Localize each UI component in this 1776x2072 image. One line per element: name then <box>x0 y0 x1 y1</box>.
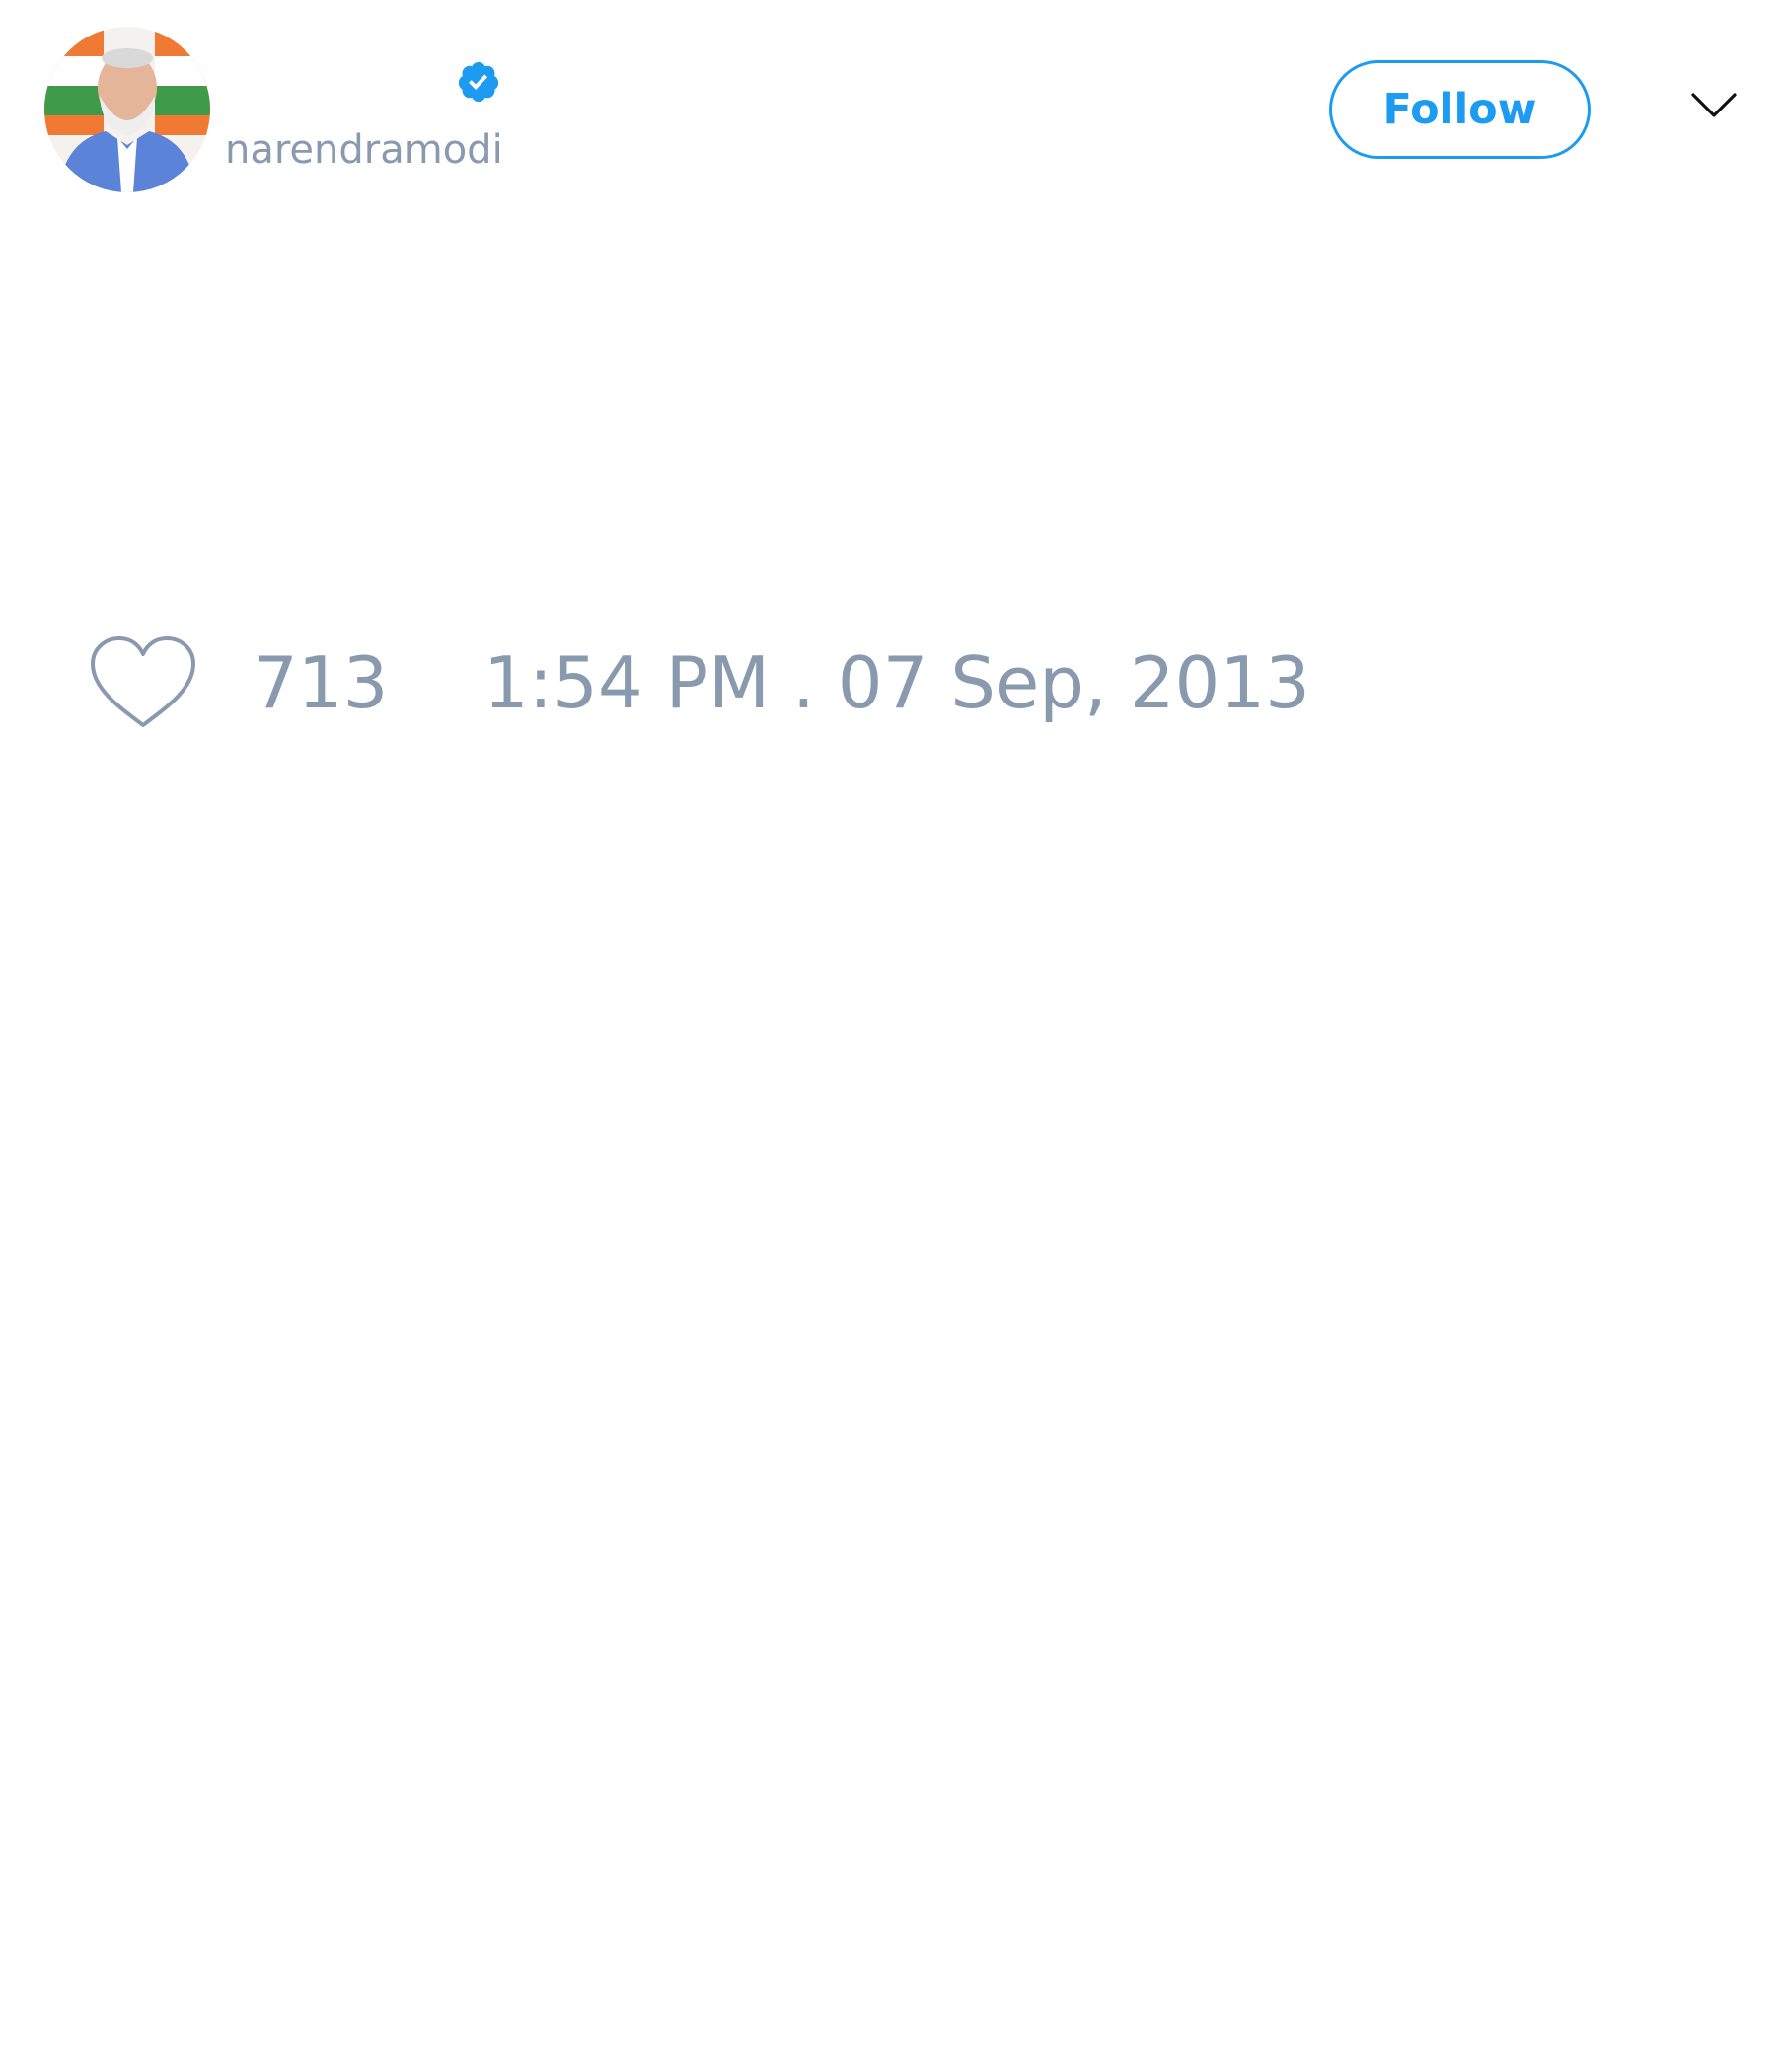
avatar[interactable] <box>44 27 210 192</box>
heart-icon[interactable] <box>89 634 197 730</box>
avatar-image <box>44 27 210 192</box>
author-handle[interactable]: narendramodi <box>225 126 503 174</box>
verified-badge-icon <box>458 61 499 103</box>
follow-button[interactable]: Follow <box>1329 60 1591 159</box>
chevron-down-icon[interactable] <box>1690 91 1738 120</box>
like-count: 713 <box>253 641 389 724</box>
tweet-card: narendramodi Follow 713 1:54 PM . 07 Sep… <box>0 0 1776 2072</box>
tweet-timestamp[interactable]: 1:54 PM . 07 Sep, 2013 <box>483 643 1310 722</box>
